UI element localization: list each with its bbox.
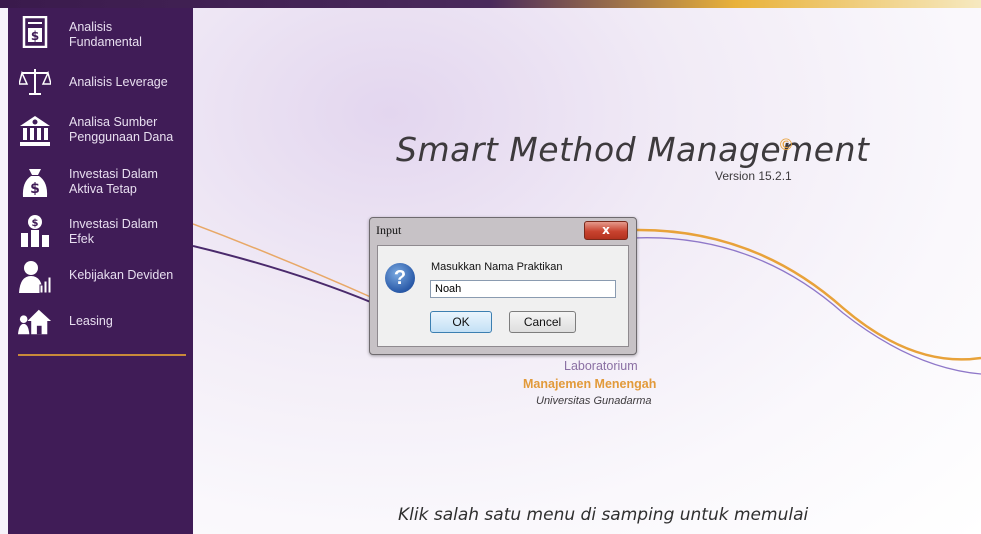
sidebar-item-label: Investasi Dalam Aktiva Tetap — [69, 167, 158, 196]
sidebar: $ Analisis Fundamental Analisis Leverage… — [8, 8, 193, 534]
sidebar-item-analisis-leverage[interactable]: Analisis Leverage — [8, 64, 193, 100]
sidebar-item-analisa-sumber[interactable]: Analisa Sumber Penggunaan Dana — [8, 108, 193, 154]
dialog-body: ? Masukkan Nama Praktikan OK Cancel — [377, 245, 629, 347]
balance-scale-icon — [18, 65, 52, 99]
sidebar-item-kebijakan-deviden[interactable]: Kebijakan Deviden — [8, 256, 193, 296]
close-button[interactable]: x — [584, 221, 628, 240]
cancel-button[interactable]: Cancel — [509, 311, 576, 333]
sidebar-item-label: Analisis Leverage — [69, 75, 168, 89]
svg-text:$: $ — [30, 181, 40, 197]
sidebar-divider — [18, 354, 186, 356]
ok-button[interactable]: OK — [430, 311, 492, 333]
sidebar-item-label: Leasing — [69, 314, 113, 328]
svg-text:$: $ — [32, 218, 39, 229]
house-people-icon — [18, 305, 52, 339]
lab-name-line1: Laboratorium — [564, 359, 638, 373]
money-chart-icon: $ — [18, 214, 52, 248]
input-dialog: Input x ? Masukkan Nama Praktikan OK Can… — [369, 217, 637, 355]
top-accent-bar — [0, 0, 981, 8]
bank-icon — [18, 114, 52, 148]
document-dollar-icon: $ — [18, 15, 52, 49]
sidebar-item-label: Investasi Dalam Efek — [69, 217, 158, 246]
person-chart-icon — [18, 260, 52, 294]
sidebar-item-label: Analisa Sumber Penggunaan Dana — [69, 115, 174, 144]
dialog-prompt: Masukkan Nama Praktikan — [431, 261, 563, 273]
question-icon: ? — [385, 263, 415, 293]
version-label: Version 15.2.1 — [715, 169, 792, 183]
svg-text:$: $ — [31, 29, 39, 43]
dialog-title: Input — [376, 223, 402, 237]
money-bag-icon: $ — [18, 166, 52, 200]
lab-name-line2: Manajemen Menengah — [523, 377, 657, 391]
sidebar-item-analisis-fundamental[interactable]: $ Analisis Fundamental — [8, 8, 193, 56]
instruction-text: Klik salah satu menu di samping untuk me… — [398, 505, 809, 525]
sidebar-item-label: Kebijakan Deviden — [69, 268, 174, 282]
sidebar-item-investasi-aktiva-tetap[interactable]: $ Investasi Dalam Aktiva Tetap — [8, 160, 193, 206]
app-title: Smart Method Management — [396, 130, 870, 169]
sidebar-item-investasi-efek[interactable]: $ Investasi Dalam Efek — [8, 210, 193, 256]
sidebar-item-leasing[interactable]: Leasing — [8, 304, 193, 340]
university-name: Universitas Gunadarma — [536, 395, 652, 407]
sidebar-item-label: Analisis Fundamental — [69, 20, 142, 49]
copyright-symbol: © — [778, 135, 794, 154]
name-input[interactable] — [430, 280, 616, 298]
